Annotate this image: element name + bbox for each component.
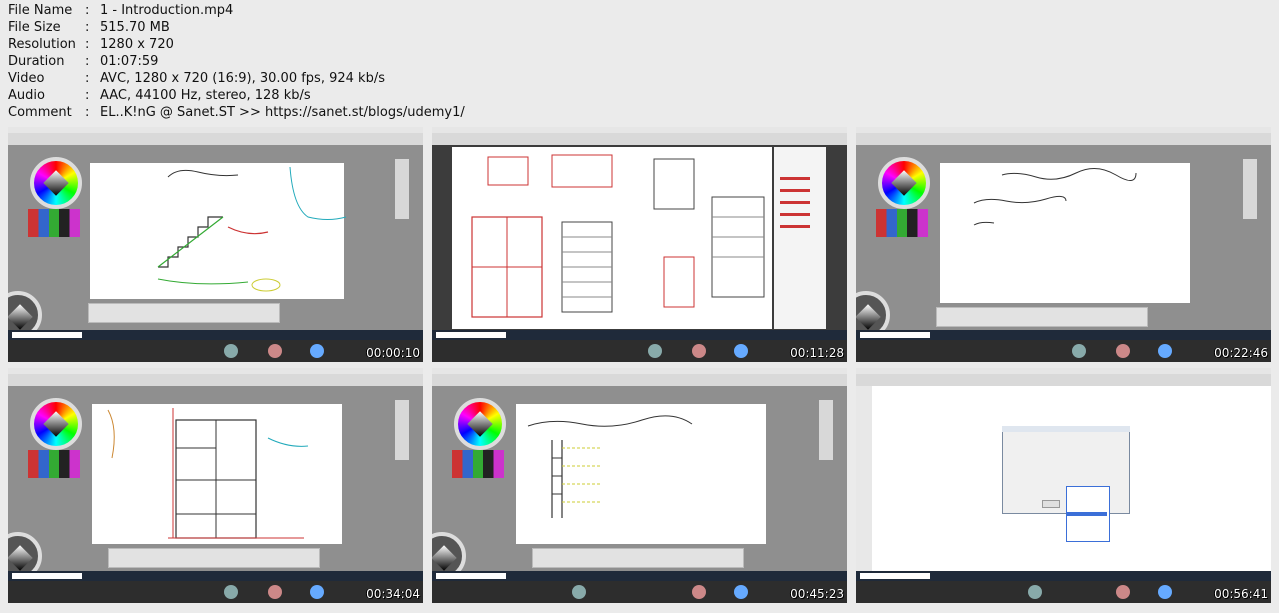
- drawing-tools-bar: [532, 548, 744, 568]
- participant-avatar: [310, 585, 324, 599]
- participant-avatar: [224, 585, 238, 599]
- handwritten-sketch: [157, 166, 347, 292]
- separator: :: [85, 37, 90, 52]
- os-taskbar: [856, 571, 1271, 581]
- participant-avatar: [1116, 585, 1130, 599]
- os-taskbar: [8, 330, 423, 340]
- participant-avatar: [1158, 344, 1172, 358]
- thumbnail-frame[interactable]: 00:45:23: [432, 368, 847, 603]
- file-info-value: AVC, 1280 x 720 (16:9), 30.00 fps, 924 k…: [100, 71, 385, 86]
- thumbnail-frame[interactable]: 00:22:46: [856, 127, 1271, 362]
- os-taskbar: [8, 571, 423, 581]
- video-call-bar: [8, 340, 423, 362]
- participant-avatar: [692, 344, 706, 358]
- thumbnail-frame[interactable]: 00:00:10: [8, 127, 423, 362]
- file-info-row: File Name:1 - Introduction.mp4: [8, 2, 465, 19]
- file-info-key: Resolution: [8, 37, 76, 52]
- os-taskbar: [432, 571, 847, 581]
- drawing-tools-bar: [936, 307, 1148, 327]
- video-call-bar: [856, 340, 1271, 362]
- file-info-value: AAC, 44100 Hz, stereo, 128 kb/s: [100, 88, 311, 103]
- file-info-row: Duration:01:07:59: [8, 53, 465, 70]
- participant-avatar: [734, 585, 748, 599]
- thumbnail-frame[interactable]: 00:56:41: [856, 368, 1271, 603]
- file-info-row: Resolution:1280 x 720: [8, 36, 465, 53]
- participant-avatar: [1116, 344, 1130, 358]
- separator: :: [85, 54, 90, 69]
- separator: :: [85, 20, 90, 35]
- file-info-key: Comment: [8, 105, 72, 120]
- participant-avatar: [1158, 585, 1172, 599]
- drawing-tools-bar: [108, 548, 320, 568]
- file-info-row: Audio: AAC, 44100 Hz, stereo, 128 kb/s: [8, 87, 465, 104]
- video-call-bar: [432, 581, 847, 603]
- floor-plan-drawing: [471, 154, 810, 318]
- thumbnail-frame[interactable]: 00:34:04: [8, 368, 423, 603]
- participant-avatar: [648, 344, 662, 358]
- participant-avatar: [224, 344, 238, 358]
- participant-avatar: [268, 344, 282, 358]
- video-call-bar: [856, 581, 1271, 603]
- dialog-ok-button: [1042, 500, 1060, 508]
- thumbnail-timestamp: 00:11:28: [790, 346, 844, 360]
- file-info-panel: File Name:1 - Introduction.mp4 File Size…: [8, 2, 465, 121]
- os-taskbar: [432, 330, 847, 340]
- video-call-bar: [8, 581, 423, 603]
- participant-avatar: [1028, 585, 1042, 599]
- participant-avatar: [734, 344, 748, 358]
- file-info-value: 515.70 MB: [100, 20, 170, 35]
- thumbnail-timestamp: 00:56:41: [1214, 587, 1268, 601]
- participant-avatar: [572, 585, 586, 599]
- thumbnail-timestamp: 00:00:10: [366, 346, 420, 360]
- video-call-bar: [432, 340, 847, 362]
- file-info-row: Video: AVC, 1280 x 720 (16:9), 30.00 fps,…: [8, 70, 465, 87]
- drawing-tools-bar: [88, 303, 280, 323]
- file-info-value: 1280 x 720: [100, 37, 174, 52]
- separator: :: [85, 71, 90, 86]
- dialog-titlebar: [1002, 426, 1130, 432]
- thumbnail-timestamp: 00:34:04: [366, 587, 420, 601]
- dropdown-selected-item: [1067, 512, 1107, 516]
- participant-avatar: [268, 585, 282, 599]
- left-tool-palette: [856, 386, 872, 571]
- separator: :: [85, 105, 90, 120]
- separator: :: [85, 3, 90, 18]
- file-info-key: Duration: [8, 54, 65, 69]
- file-info-key: File Size: [8, 20, 61, 35]
- thumbnail-timestamp: 00:45:23: [790, 587, 844, 601]
- file-info-value: 1 - Introduction.mp4: [100, 3, 234, 18]
- participant-avatar: [692, 585, 706, 599]
- participant-avatar: [310, 344, 324, 358]
- app-toolbar: [856, 374, 1271, 386]
- file-info-key: File Name: [8, 3, 73, 18]
- file-info-row: Comment: EL..K!nG @ Sanet.ST >> https://s…: [8, 104, 465, 121]
- file-info-key: Audio: [8, 88, 45, 103]
- thumbnail-timestamp: 00:22:46: [1214, 346, 1268, 360]
- file-info-value: EL..K!nG @ Sanet.ST >> https://sanet.st/…: [100, 105, 465, 120]
- participant-avatar: [1072, 344, 1086, 358]
- os-taskbar: [856, 330, 1271, 340]
- thumbnail-frame[interactable]: 00:11:28: [432, 127, 847, 362]
- file-info-key: Video: [8, 71, 45, 86]
- file-info-row: File Size:515.70 MB: [8, 19, 465, 36]
- file-info-value: 01:07:59: [100, 54, 159, 69]
- separator: :: [85, 88, 90, 103]
